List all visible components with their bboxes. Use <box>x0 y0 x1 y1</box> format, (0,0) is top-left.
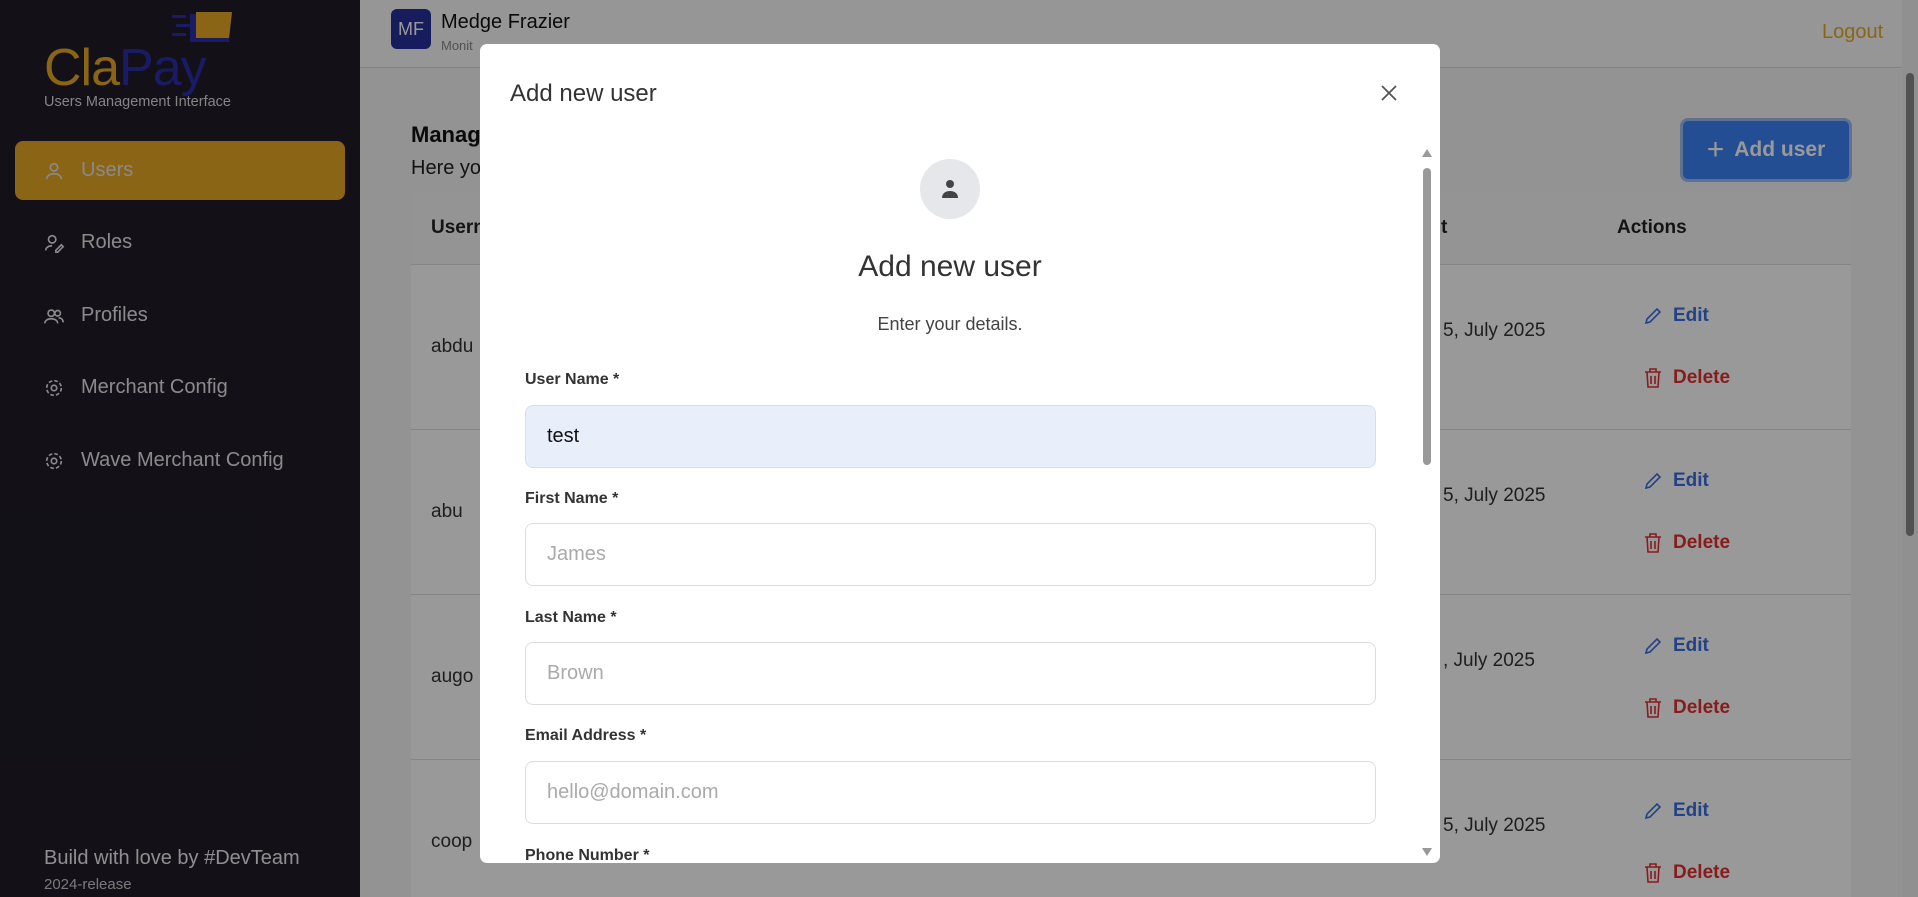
email-label: Email Address * <box>525 727 647 744</box>
email-input[interactable]: hello@domain.com <box>525 761 1376 824</box>
modal-title: Add new user <box>510 80 657 107</box>
modal-scrollbar[interactable] <box>1420 149 1434 856</box>
username-input[interactable]: test <box>525 405 1376 468</box>
last-name-label: Last Name * <box>525 609 617 626</box>
add-user-modal: Add new user Add new user Enter your det… <box>480 44 1440 863</box>
modal-scrollbar-thumb[interactable] <box>1423 168 1431 465</box>
phone-label: Phone Number * <box>525 847 650 863</box>
modal-subheading: Enter your details. <box>877 314 1023 334</box>
first-name-input[interactable]: James <box>525 523 1376 586</box>
scroll-down-arrow-icon[interactable] <box>1422 848 1432 856</box>
modal-heading: Add new user <box>858 250 1042 283</box>
last-name-input[interactable]: Brown <box>525 642 1376 705</box>
scroll-up-arrow-icon[interactable] <box>1422 149 1432 157</box>
avatar-placeholder <box>920 159 980 219</box>
first-name-label: First Name * <box>525 490 619 507</box>
username-label: User Name * <box>525 371 620 388</box>
user-icon <box>942 180 958 198</box>
close-icon[interactable] <box>1380 84 1398 102</box>
